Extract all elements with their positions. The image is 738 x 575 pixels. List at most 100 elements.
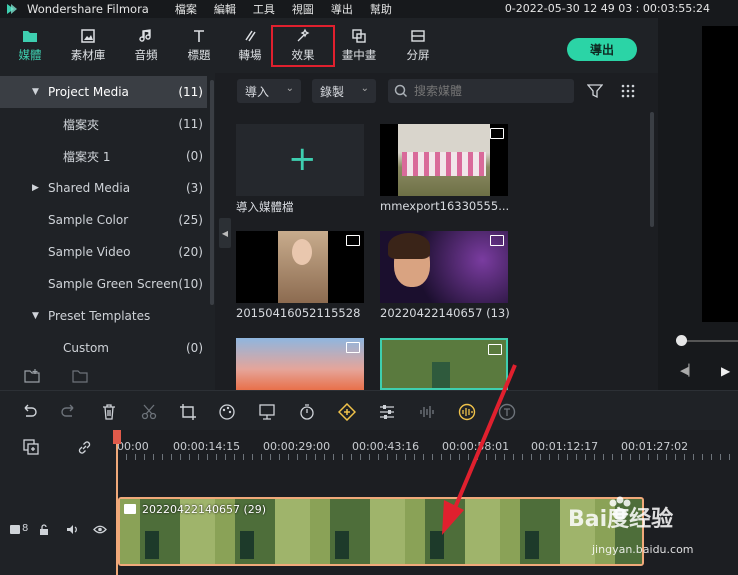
tree-item-preset-templates[interactable]: ▼ Preset Templates: [0, 300, 207, 332]
export-button[interactable]: 導出: [567, 38, 637, 61]
tab-label: 分屏: [406, 48, 430, 62]
link-icon[interactable]: [76, 439, 93, 456]
ruler-label: 00:00:29:00: [263, 440, 331, 453]
eye-icon[interactable]: [93, 525, 107, 534]
hair-shape: [388, 233, 430, 259]
search-box[interactable]: [388, 79, 574, 103]
tab-transitions[interactable]: 轉場: [224, 18, 276, 73]
chevron-down-icon: ⌄: [285, 83, 294, 94]
baidu-watermark: Bai度经验 jingyan.baidu.com: [568, 495, 738, 570]
search-icon: [394, 84, 408, 98]
undo-icon[interactable]: [20, 403, 38, 421]
media-thumbnail-20220422[interactable]: [380, 231, 508, 303]
add-track-icon[interactable]: [23, 439, 40, 456]
folder-icon[interactable]: [72, 369, 88, 383]
media-scrollbar[interactable]: [650, 112, 654, 227]
tree-count: (3): [186, 181, 203, 195]
tree-label: Preset Templates: [48, 309, 151, 323]
tree-item-folder-1[interactable]: 檔案夾 1 (0): [0, 140, 207, 172]
tree-scrollbar[interactable]: [210, 80, 214, 305]
annotation-arrow-icon: [442, 364, 517, 535]
filter-icon[interactable]: [587, 83, 603, 99]
menu-export[interactable]: 導出: [331, 1, 353, 17]
playhead-handle[interactable]: [113, 430, 121, 444]
keyframe-diamond-icon[interactable]: [338, 403, 356, 421]
video-clip[interactable]: 20220422140657 (29): [118, 497, 644, 566]
tree-count: (20): [178, 245, 203, 259]
plus-icon: +: [288, 139, 317, 179]
playhead-line[interactable]: [116, 430, 118, 575]
tree-label: 檔案夾: [63, 117, 100, 132]
new-folder-icon[interactable]: [24, 369, 40, 383]
pip-overlay-icon: [352, 29, 366, 43]
caret-right-icon[interactable]: ▶: [32, 183, 39, 193]
menu-view[interactable]: 視圖: [292, 1, 314, 17]
clip-label: 20220422140657 (29): [142, 503, 267, 516]
track-number: 8: [22, 523, 29, 534]
crop-icon[interactable]: [179, 403, 197, 421]
caret-down-icon[interactable]: ▼: [32, 87, 39, 97]
person-shape: [240, 531, 254, 559]
menu-file[interactable]: 檔案: [175, 1, 197, 17]
tab-label: 標題: [187, 48, 211, 62]
preview-panel: ◀▏ ▶: [658, 18, 738, 390]
media-thumbnail-mmexport[interactable]: [380, 124, 508, 196]
import-media-tile[interactable]: +: [236, 124, 364, 196]
effects-highlight-box: [271, 25, 335, 67]
search-input[interactable]: [414, 84, 564, 98]
delete-icon[interactable]: [100, 403, 118, 421]
grid-view-icon[interactable]: [621, 84, 635, 98]
tab-audio[interactable]: 音頻: [120, 18, 172, 73]
media-thumbnail-sunset[interactable]: [236, 338, 364, 390]
tree-item-sample-color[interactable]: Sample Color (25): [0, 204, 207, 236]
play-icon[interactable]: ▶: [721, 364, 730, 378]
preview-progress-track[interactable]: [678, 340, 738, 342]
timeline-ruler[interactable]: 00:00 00:00:14:15 00:00:29:00 00:00:43:1…: [117, 430, 738, 460]
media-thumbnail-20150416[interactable]: [236, 231, 364, 303]
media-panel: 導入 ⌄ 錄製 ⌄ + 導入媒體檔 mmexport16330555... 2015…: [232, 73, 658, 390]
portrait-image: [278, 231, 328, 303]
image-badge-icon: [488, 344, 502, 355]
watermark-url: jingyan.baidu.com: [592, 543, 694, 556]
menu-tools[interactable]: 工具: [253, 1, 275, 17]
tree-item-sample-video[interactable]: Sample Video (20): [0, 236, 207, 268]
tab-picture-in-picture[interactable]: 畫中畫: [333, 18, 385, 73]
tree-item-project-media[interactable]: ▼ Project Media (11): [0, 76, 207, 108]
prev-frame-icon[interactable]: ◀▏: [680, 364, 697, 377]
menu-help[interactable]: 幫助: [370, 1, 392, 17]
image-badge-icon: [346, 235, 360, 246]
preview-screen: [702, 26, 738, 322]
tab-stock-library[interactable]: 素材庫: [62, 18, 114, 73]
tab-media[interactable]: 媒體: [4, 18, 56, 73]
speed-timer-icon[interactable]: [298, 403, 316, 421]
collapse-panel-button[interactable]: ◀: [219, 218, 231, 248]
tab-label: 畫中畫: [341, 48, 377, 62]
caret-down-icon[interactable]: ▼: [32, 311, 39, 321]
cut-scissors-icon[interactable]: [140, 403, 158, 421]
redo-icon[interactable]: [60, 403, 78, 421]
lock-icon[interactable]: [39, 524, 49, 535]
tree-item-folder[interactable]: 檔案夾 (11): [0, 108, 207, 140]
color-palette-icon[interactable]: [218, 403, 236, 421]
tab-label: 媒體: [18, 48, 42, 62]
tab-titles[interactable]: 標題: [173, 18, 225, 73]
tree-item-shared-media[interactable]: ▶ Shared Media (3): [0, 172, 207, 204]
image-clip-icon: [124, 504, 136, 514]
green-screen-icon[interactable]: [258, 403, 276, 421]
tree-footer: [0, 362, 215, 390]
record-dropdown[interactable]: 錄製 ⌄: [312, 79, 376, 103]
tree-item-sample-green-screen[interactable]: Sample Green Screen (10): [0, 268, 207, 300]
adjust-sliders-icon[interactable]: [378, 403, 396, 421]
project-title: 0-2022-05-30 12 49 03 : 00:03:55:24: [504, 2, 710, 15]
import-dropdown[interactable]: 導入 ⌄: [237, 79, 301, 103]
tree-label: Sample Green Screen: [48, 277, 179, 291]
tab-label: 素材庫: [70, 48, 106, 62]
menu-edit[interactable]: 編輯: [214, 1, 236, 17]
speaker-icon[interactable]: [66, 524, 78, 535]
tab-split-screen[interactable]: 分屏: [392, 18, 444, 73]
image-library-icon: [81, 29, 95, 43]
preview-progress-handle[interactable]: [676, 335, 687, 346]
tree-item-custom[interactable]: Custom (0): [0, 332, 207, 364]
tree-count: (0): [186, 341, 203, 355]
media-tree: ▼ Project Media (11) 檔案夾 (11) 檔案夾 1 (0) …: [0, 73, 215, 368]
